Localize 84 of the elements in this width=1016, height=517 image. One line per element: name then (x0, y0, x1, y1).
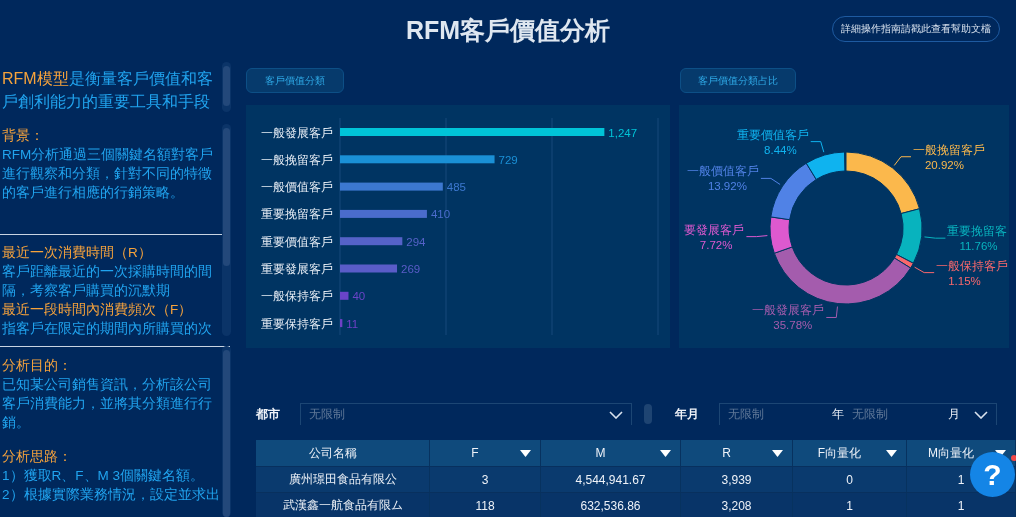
column-header[interactable]: M (541, 440, 681, 466)
section-text: 客戶距離最近的一次採購時間的間隔，考察客戶購買的沉默期 (1, 263, 213, 300)
column-header[interactable]: 公司名稱 (256, 440, 430, 466)
filter-icon[interactable] (660, 450, 671, 457)
intro-paragraph: RFM模型是衡量客戶價值和客戶創利能力的重要工具和手段 (1, 69, 214, 112)
leader-line (825, 306, 838, 318)
bar-category-label: 重要發展客戶 (261, 263, 333, 275)
leader-line (893, 156, 912, 166)
page-title: RFM客戶價值分析 (405, 14, 611, 46)
section-heading: 背景： (1, 127, 45, 145)
filter-icon[interactable] (886, 450, 897, 457)
table-cell: 118 (430, 493, 541, 517)
section-heading: 最近一段時間內消費頻次（F） (1, 301, 194, 319)
percent-label: 35.78% (773, 319, 813, 332)
section-text: 1）獲取R、F、M 3個關鍵名額。 (1, 467, 205, 485)
leader-line (914, 266, 935, 274)
slice-label: 一般挽留客戶 (913, 143, 985, 156)
percent-label: 11.76% (959, 240, 998, 253)
filter-icon[interactable] (772, 450, 783, 457)
percent-label: 13.92% (707, 180, 747, 193)
bar-value-label: 40 (352, 290, 366, 303)
scrollbar[interactable] (222, 346, 231, 517)
column-header[interactable]: F (430, 440, 541, 466)
table-cell: 武漢鑫一航食品有限ム (256, 493, 430, 517)
bar-category-label: 重要保持客戶 (261, 317, 333, 330)
chevron-down-icon (609, 410, 623, 419)
bar-value-label: 729 (498, 153, 518, 166)
scrollbar[interactable] (222, 124, 231, 336)
month-select[interactable]: 无限制 年 无限制 月 (719, 403, 997, 425)
slice-label: 一般保持客戶 (936, 259, 1009, 272)
section-text: RFM分析通過三個關鍵名額對客戶進行觀察和分類，針對不同的特徵的客戶進行相應的行銷策略。 (1, 146, 215, 202)
column-header[interactable]: F向量化 (793, 440, 907, 466)
percent-label: 7.72% (699, 238, 733, 251)
section-text: 已知某公司銷售資訊，分析該公司客戶消費能力，並將其分類進行行銷。 (1, 376, 213, 432)
filter-label: 年月 (675, 405, 700, 423)
table-cell: 0 (793, 467, 907, 492)
bar (340, 237, 403, 246)
slice-label: 重要價值客戶 (736, 128, 809, 141)
slice-label: 重要挽留客 (947, 225, 1008, 238)
bar-category-label: 一般發展客戶 (261, 126, 333, 139)
section-text: 指客戶在限定的期間內所購買的次 (1, 320, 213, 336)
section-heading: 分析目的： (1, 357, 73, 375)
bar-value-label: 485 (446, 181, 466, 194)
bar-value-label: 269 (401, 263, 421, 275)
bar-value-label: 11 (346, 317, 359, 330)
leader-line (760, 177, 781, 185)
scroll-handle[interactable] (644, 404, 652, 424)
panel-title-tab[interactable]: 客戶價值分類占比 (680, 68, 796, 93)
section-heading: 分析思路： (1, 448, 73, 466)
percent-label: 8.44% (764, 143, 797, 156)
bar-category-label: 重要挽留客戶 (261, 208, 333, 221)
filter-label: 都市 (256, 405, 281, 423)
section-text: 2）根據實際業務情況，設定並求出 (1, 486, 220, 504)
leader-line (745, 235, 768, 238)
panel-title-tab[interactable]: 客戶價值分類 (246, 68, 344, 93)
table-cell: 廣州璟田食品有限公 (256, 467, 430, 492)
bar-category-label: 一般挽留客戶 (261, 153, 333, 166)
bar (340, 264, 398, 273)
slice-label: 一般價值客戶 (686, 165, 759, 178)
slice-label: 一般發展客戶 (752, 304, 825, 317)
filter-icon[interactable] (520, 450, 531, 457)
table-cell: 3 (430, 467, 541, 492)
table-cell: 3,939 (681, 467, 793, 492)
bar (340, 291, 349, 300)
table-cell: 1 (793, 493, 907, 517)
table-cell: 3,208 (681, 493, 793, 517)
leader-line (924, 236, 946, 239)
slice-label: 要發展客戶 (684, 223, 745, 236)
bar (340, 319, 343, 328)
table-cell: 4,544,941.67 (541, 467, 681, 492)
section-heading: 最近一次消費時間（R） (1, 244, 153, 262)
bar-category-label: 重要價值客戶 (261, 235, 333, 248)
bar-category-label: 一般價值客戶 (261, 181, 333, 194)
bar-value-label: 294 (406, 235, 426, 248)
percent-label: 20.92% (925, 158, 964, 171)
leader-line (810, 141, 825, 153)
chevron-down-icon (974, 410, 988, 419)
percent-label: 1.15% (948, 274, 981, 287)
column-header[interactable]: R (681, 440, 793, 466)
table-cell: 632,536.86 (541, 493, 681, 517)
bar-value-label: 1,247 (608, 126, 638, 139)
scrollbar[interactable] (222, 62, 231, 112)
bar-category-label: 一般保持客戶 (261, 290, 333, 303)
bar-value-label: 410 (430, 208, 451, 221)
